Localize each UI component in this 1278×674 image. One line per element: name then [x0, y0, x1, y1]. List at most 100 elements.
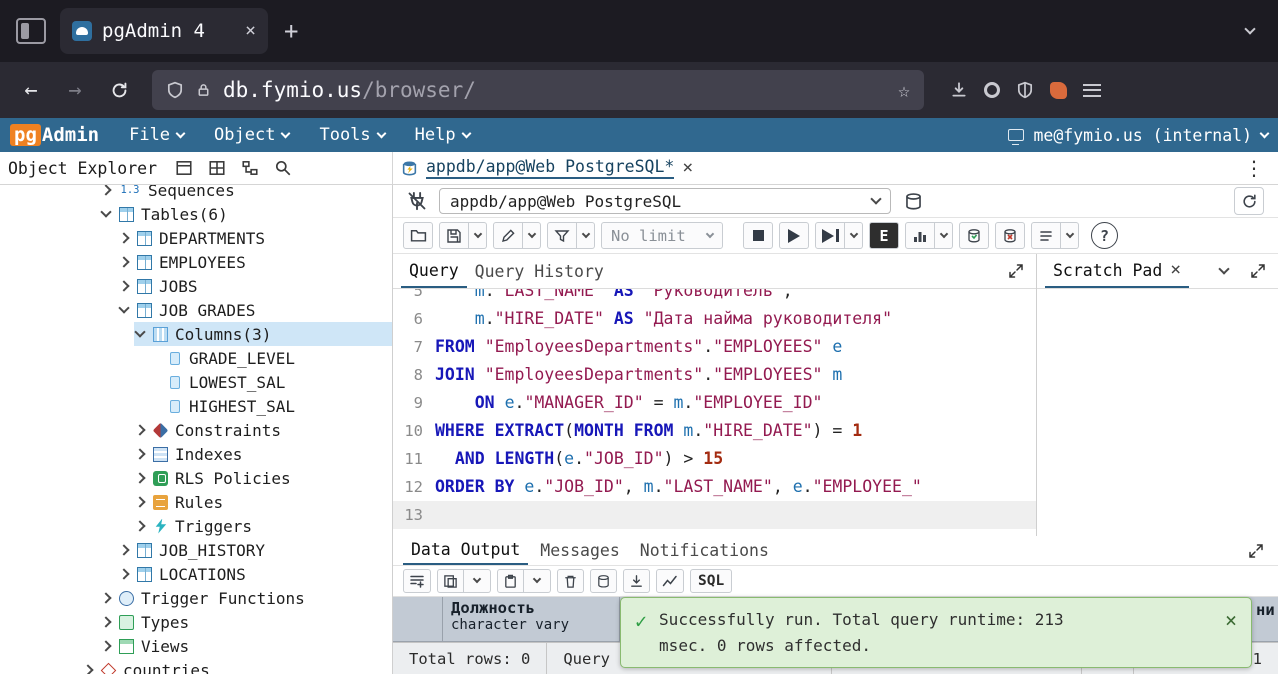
macros-button[interactable] [1031, 222, 1061, 249]
chevron-down-icon[interactable] [134, 326, 145, 337]
sidebar-item-constraints[interactable]: Constraints [0, 418, 392, 442]
menu-file[interactable]: File [129, 125, 184, 145]
filter-options-dropdown[interactable] [577, 222, 595, 249]
chevron-right-icon[interactable] [134, 520, 145, 531]
grid-icon[interactable] [205, 156, 229, 180]
grid-column-header[interactable]: Должность character vary [443, 597, 620, 641]
editor-line[interactable]: 6 m."HIRE_DATE" AS "Дата найма руководит… [393, 305, 1036, 333]
filter-button[interactable] [547, 222, 577, 249]
chevron-right-icon[interactable] [118, 280, 129, 291]
graph-visualiser-button[interactable] [656, 569, 684, 593]
chevron-right-icon[interactable] [134, 424, 145, 435]
menu-help[interactable]: Help [415, 125, 470, 145]
downloads-icon[interactable] [950, 81, 968, 99]
kebab-menu-icon[interactable]: ⋮ [1238, 156, 1270, 180]
firefox-view-icon[interactable] [16, 18, 46, 44]
sidebar-item-types[interactable]: Types [0, 610, 392, 634]
tracking-shield-icon[interactable] [166, 81, 184, 99]
editor-line[interactable]: 7FROM "EmployeesDepartments"."EMPLOYEES"… [393, 333, 1036, 361]
url-text[interactable]: db.fymio.us/browser/ [223, 78, 476, 102]
sidebar-item-rls-policies[interactable]: RLS Policies [0, 466, 392, 490]
chevron-right-icon[interactable] [100, 616, 111, 627]
editor-line[interactable]: 5 m."LAST_NAME" AS "Руководитель", [393, 289, 1036, 305]
chevron-right-icon[interactable] [134, 472, 145, 483]
menu-object[interactable]: Object [214, 125, 289, 145]
execute-options-button[interactable] [815, 222, 845, 249]
explain-analyze-button[interactable] [905, 222, 935, 249]
commit-button[interactable] [959, 222, 989, 249]
sidebar-item-views[interactable]: Views [0, 634, 392, 658]
search-icon[interactable] [271, 156, 295, 180]
sidebar-item-columns[interactable]: Columns(3) [0, 322, 392, 346]
save-data-button[interactable] [590, 569, 617, 593]
new-tab-button[interactable]: + [284, 17, 298, 45]
sidebar-item-locations[interactable]: LOCATIONS [0, 562, 392, 586]
editor-line[interactable]: 12ORDER BY e."JOB_ID", m."LAST_NAME", e.… [393, 473, 1036, 501]
bookmark-star-icon[interactable]: ☆ [898, 78, 910, 102]
chevron-right-icon[interactable] [118, 256, 129, 267]
tab-notifications[interactable]: Notifications [632, 536, 777, 565]
help-button[interactable]: ? [1091, 222, 1118, 249]
explain-analyze-dropdown[interactable] [935, 222, 953, 249]
copy-button[interactable] [437, 569, 464, 593]
sidebar-item-employees[interactable]: EMPLOYEES [0, 250, 392, 274]
forward-button[interactable]: → [58, 73, 92, 107]
chevron-right-icon[interactable] [118, 232, 129, 243]
filter-tree-icon[interactable] [238, 156, 262, 180]
sidebar-item-countries[interactable]: countries [0, 658, 392, 674]
menu-tools[interactable]: Tools [319, 125, 384, 145]
sql-editor[interactable]: 5 m."LAST_NAME" AS "Руководитель",6 m."H… [393, 289, 1036, 536]
show-sql-button[interactable]: SQL [690, 569, 732, 593]
paste-button[interactable] [497, 569, 524, 593]
edit-options-dropdown[interactable] [523, 222, 541, 249]
reload-button[interactable] [102, 73, 136, 107]
grid-column-header-partial[interactable]: ни [1256, 601, 1275, 619]
sidebar-item-rules[interactable]: Rules [0, 490, 392, 514]
limit-select[interactable]: No limit [601, 222, 723, 249]
chevron-right-icon[interactable] [134, 496, 145, 507]
sidebar-item-indexes[interactable]: Indexes [0, 442, 392, 466]
url-bar[interactable]: db.fymio.us/browser/ ☆ [152, 70, 924, 110]
edit-button[interactable] [493, 222, 523, 249]
grid-corner-cell[interactable] [393, 597, 443, 641]
reset-layout-button[interactable] [1234, 187, 1264, 215]
rollback-button[interactable] [995, 222, 1025, 249]
panels-icon[interactable] [172, 156, 196, 180]
sidebar-item-highest-sal[interactable]: HIGHEST_SAL [0, 394, 392, 418]
save-button[interactable] [439, 222, 469, 249]
sidebar-item-tables[interactable]: Tables(6) [0, 202, 392, 226]
add-row-button[interactable] [403, 569, 431, 593]
copy-dropdown[interactable] [464, 569, 491, 593]
back-button[interactable]: ← [14, 73, 48, 107]
expand-editor-icon[interactable] [1004, 259, 1028, 283]
editor-line[interactable]: 8JOIN "EmployeesDepartments"."EMPLOYEES"… [393, 361, 1036, 389]
browser-tab[interactable]: pgAdmin 4 × [60, 8, 268, 54]
tab-query[interactable]: Query [401, 254, 467, 288]
chevron-down-icon[interactable] [100, 206, 111, 217]
expand-scratch-icon[interactable] [1246, 259, 1270, 283]
stop-button[interactable] [743, 222, 773, 249]
execute-dropdown[interactable] [845, 222, 863, 249]
user-menu[interactable]: me@fymio.us (internal) [1008, 126, 1268, 145]
sidebar-item-jobs[interactable]: JOBS [0, 274, 392, 298]
new-connection-icon[interactable] [900, 188, 927, 214]
scratch-pad-body[interactable] [1037, 289, 1278, 536]
sidebar-item-sequences[interactable]: 1.3Sequences [0, 185, 392, 202]
menu-hamburger-icon[interactable] [1083, 84, 1101, 97]
editor-line[interactable]: 13 [393, 501, 1036, 529]
toast-close-icon[interactable]: × [1225, 607, 1237, 633]
sidebar-item-trigger-functions[interactable]: Trigger Functions [0, 586, 392, 610]
connection-status-icon[interactable] [403, 188, 430, 214]
explain-button[interactable]: E [869, 222, 899, 249]
sidebar-item-job-history[interactable]: JOB_HISTORY [0, 538, 392, 562]
profile-icon[interactable] [1050, 82, 1067, 99]
delete-row-button[interactable] [557, 569, 584, 593]
chevron-right-icon[interactable] [118, 568, 129, 579]
extension-shield-icon[interactable] [1016, 81, 1034, 99]
tab-scratch-pad[interactable]: Scratch Pad× [1045, 254, 1189, 288]
save-options-dropdown[interactable] [469, 222, 487, 249]
scratch-collapse-icon[interactable] [1212, 259, 1236, 283]
download-button[interactable] [623, 569, 650, 593]
sidebar-item-triggers[interactable]: Triggers [0, 514, 392, 538]
execute-button[interactable] [779, 222, 809, 249]
